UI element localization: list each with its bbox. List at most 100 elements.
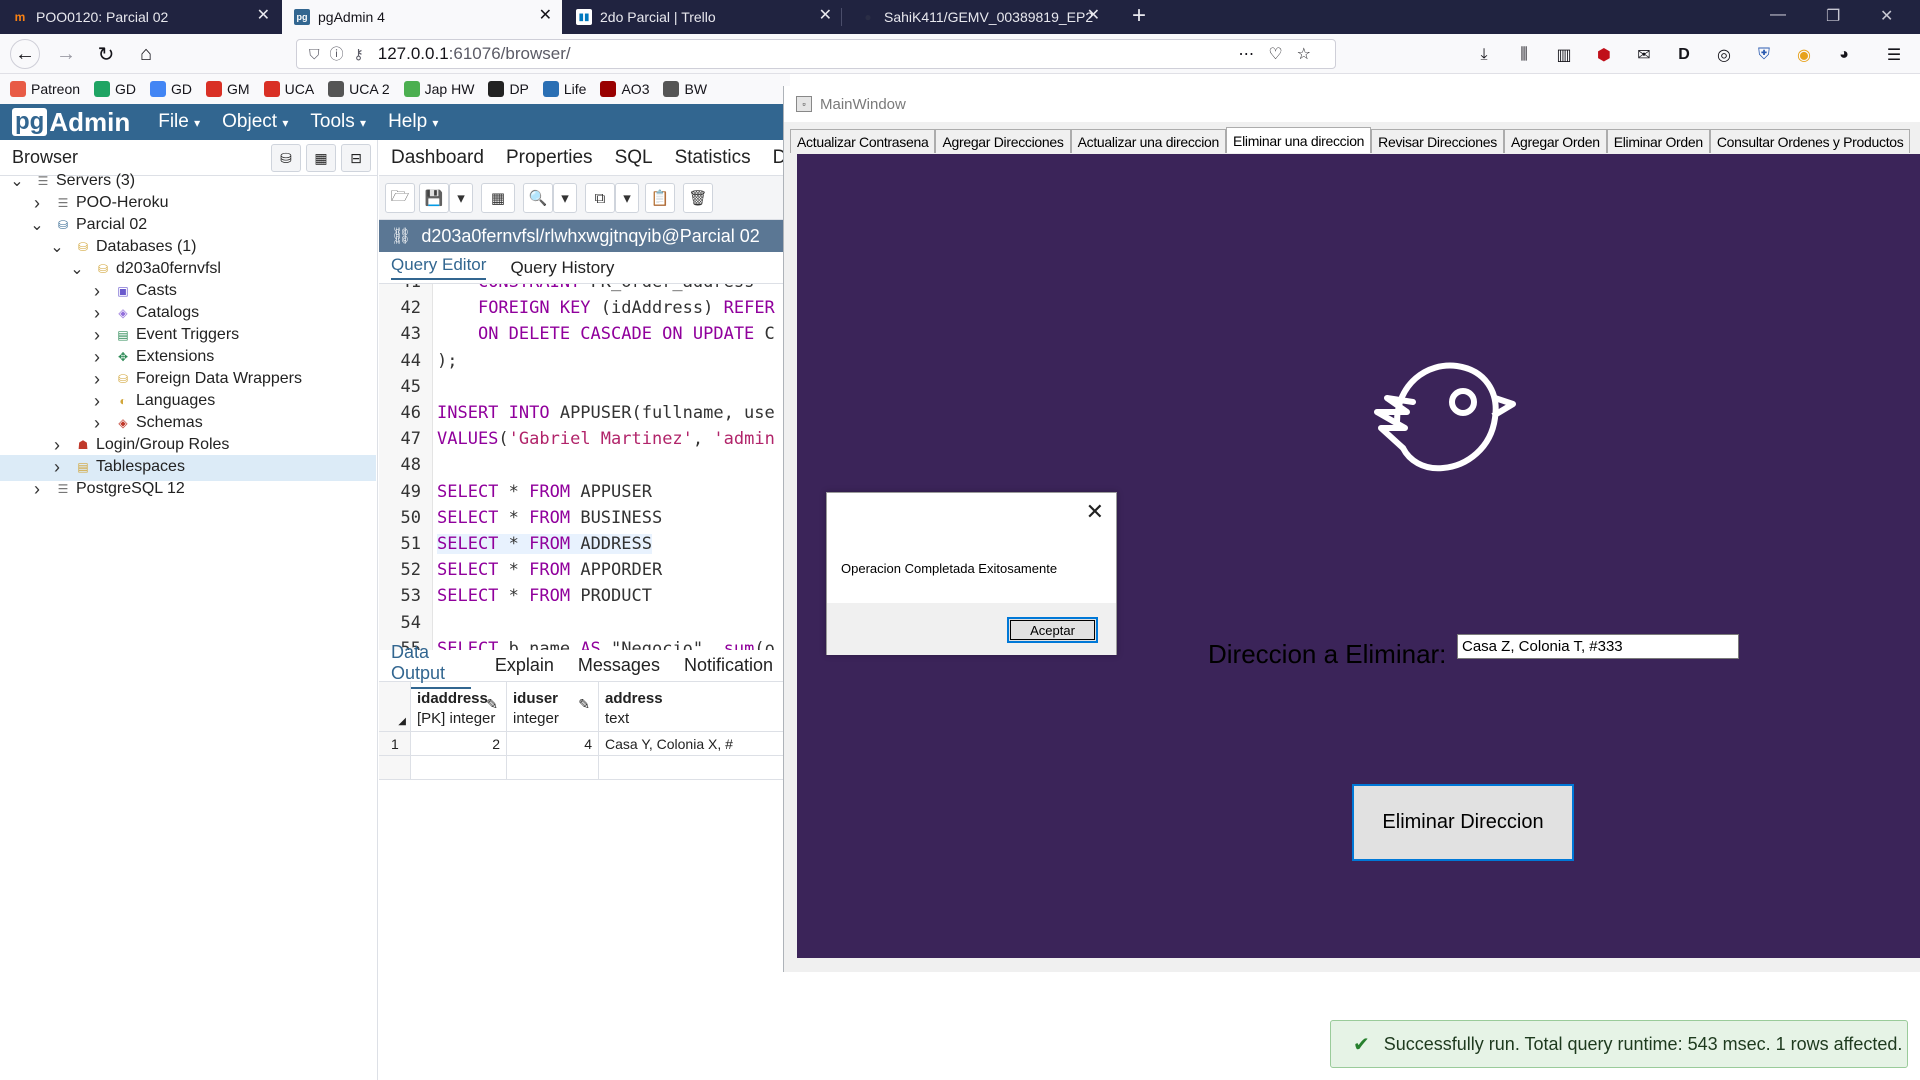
window-tab[interactable]: Agregar Orden xyxy=(1503,129,1607,153)
row-number[interactable]: 1 xyxy=(379,732,411,756)
grid-corner[interactable]: ◢ xyxy=(379,682,411,732)
chevron-right-icon[interactable]: › xyxy=(90,413,104,434)
back-button[interactable]: ← xyxy=(10,39,40,69)
window-tab[interactable]: Agregar Direcciones xyxy=(935,129,1071,153)
open-file-icon[interactable]: 🗁 xyxy=(385,183,415,213)
sidebar-icon[interactable]: ▥ xyxy=(1554,46,1574,64)
close-icon[interactable]: ✕ xyxy=(1086,499,1104,525)
bookmark-item[interactable]: GD xyxy=(94,81,136,97)
extension-color-icon[interactable]: ◉ xyxy=(1794,46,1814,64)
window-tab[interactable]: Actualizar una direccion xyxy=(1070,129,1227,153)
tab-moodle[interactable]: m POO0120: Parcial 02 ✕ xyxy=(0,0,280,34)
chevron-right-icon[interactable]: › xyxy=(30,479,44,500)
tab-notifications[interactable]: Notification xyxy=(684,655,773,676)
window-title-bar[interactable]: ▫ MainWindow xyxy=(784,86,1920,122)
info-icon[interactable]: ⓘ xyxy=(330,44,344,64)
bookmark-item[interactable]: Life xyxy=(542,81,586,97)
new-tab-button[interactable]: + xyxy=(1132,4,1146,28)
grid-icon[interactable]: ▦ xyxy=(481,183,515,213)
close-window-button[interactable]: ✕ xyxy=(1880,6,1893,26)
bookmark-item[interactable]: AO3 xyxy=(600,81,649,97)
download-icon[interactable]: ⤓ xyxy=(1474,46,1494,64)
shield-icon[interactable]: ⛉ xyxy=(309,46,320,63)
close-icon[interactable]: ✕ xyxy=(819,8,832,24)
menu-object[interactable]: Object ▾ xyxy=(222,111,288,133)
pocket-icon[interactable]: ♡ xyxy=(1268,46,1296,63)
tab-query-editor[interactable]: Query Editor xyxy=(391,255,487,280)
chevron-right-icon[interactable]: › xyxy=(50,435,64,456)
window-tab[interactable]: Consultar Ordenes y Productos xyxy=(1709,129,1911,153)
window-tab[interactable]: Revisar Direcciones xyxy=(1371,129,1504,153)
minimize-button[interactable]: — xyxy=(1770,6,1786,24)
close-icon[interactable]: ✕ xyxy=(257,8,270,24)
bookmark-item[interactable]: DP xyxy=(488,81,529,97)
delete-address-button[interactable]: Eliminar Direccion xyxy=(1352,784,1574,861)
reload-button[interactable]: ↻ xyxy=(92,40,120,68)
bookmark-item[interactable]: UCA 2 xyxy=(328,81,390,97)
chevron-right-icon[interactable]: › xyxy=(90,303,104,324)
restore-button[interactable]: ❐ xyxy=(1826,6,1840,26)
chevron-down-icon[interactable]: ▾ xyxy=(615,183,639,213)
extension-circle-icon[interactable]: ◎ xyxy=(1714,46,1734,64)
chevron-down-icon[interactable]: ⌄ xyxy=(70,259,84,279)
tab-pgadmin[interactable]: pg pgAdmin 4 ✕ xyxy=(282,0,562,34)
cell-iduser[interactable]: 4 xyxy=(507,732,599,756)
view-data-icon[interactable]: ▦ xyxy=(306,144,336,172)
tab-statistics[interactable]: Statistics xyxy=(675,147,751,169)
column-header-iduser[interactable]: iduser integer ✎ xyxy=(507,682,599,732)
window-tab[interactable]: Actualizar Contrasena xyxy=(790,129,936,153)
account-icon[interactable]: ◕ xyxy=(1834,46,1854,64)
chevron-right-icon[interactable]: › xyxy=(50,457,64,478)
success-toast[interactable]: ✔ Successfully run. Total query runtime:… xyxy=(1330,1020,1908,1068)
tab-trello[interactable]: ▮▮ 2do Parcial | Trello ✕ xyxy=(564,0,842,34)
extension-shield-icon[interactable]: ⛨ xyxy=(1754,46,1774,64)
chevron-right-icon[interactable]: › xyxy=(90,391,104,412)
chevron-down-icon[interactable]: ▾ xyxy=(553,183,577,213)
tab-properties[interactable]: Properties xyxy=(506,147,593,169)
chevron-down-icon[interactable]: ⌄ xyxy=(10,171,24,191)
address-input[interactable]: Casa Z, Colonia T, #333 xyxy=(1457,634,1739,659)
tab-query-history[interactable]: Query History xyxy=(510,258,614,278)
bookmark-item[interactable]: GD xyxy=(150,81,192,97)
filter-rows-icon[interactable]: ⊟ xyxy=(341,144,371,172)
chevron-down-icon[interactable]: ⌄ xyxy=(50,237,64,257)
chevron-right-icon[interactable]: › xyxy=(90,325,104,346)
chevron-right-icon[interactable]: › xyxy=(90,369,104,390)
tab-dashboard[interactable]: Dashboard xyxy=(391,147,484,169)
chevron-down-icon[interactable]: ⌄ xyxy=(30,215,44,235)
bookmark-item[interactable]: BW xyxy=(663,81,707,97)
home-button[interactable]: ⌂ xyxy=(132,40,160,68)
tab-explain[interactable]: Explain xyxy=(495,655,554,676)
tree-item[interactable]: › ☰ PostgreSQL 12 xyxy=(30,476,185,502)
delete-icon[interactable]: 🗑 xyxy=(683,183,713,213)
menu-tools[interactable]: Tools ▾ xyxy=(310,111,366,133)
accept-button[interactable]: Aceptar xyxy=(1007,617,1098,643)
extension-d-icon[interactable]: D xyxy=(1674,46,1694,64)
close-icon[interactable]: ✕ xyxy=(1087,8,1100,24)
connection-bar[interactable]: ⛓ d203a0fernvfsl/rlwhxwgjtnqyib@Parcial … xyxy=(379,220,785,252)
url-text[interactable]: 127.0.0.1:61076/browser/ xyxy=(378,44,571,64)
forward-button[interactable]: → xyxy=(52,40,80,68)
sql-editor[interactable]: 41 CONSTRAINT FK_order_address42 FOREIGN… xyxy=(379,284,785,650)
chevron-right-icon[interactable]: › xyxy=(90,347,104,368)
bookmark-item[interactable]: Patreon xyxy=(10,81,80,97)
bookmark-item[interactable]: UCA xyxy=(263,81,314,97)
chevron-right-icon[interactable]: › xyxy=(90,281,104,302)
ublock-icon[interactable]: ⬢ xyxy=(1594,46,1614,64)
menu-help[interactable]: Help ▾ xyxy=(388,111,438,133)
menu-file[interactable]: File ▾ xyxy=(158,111,200,133)
save-icon[interactable]: 💾 xyxy=(419,183,449,213)
cell-idaddress[interactable]: 2 xyxy=(411,732,507,756)
window-tab[interactable]: Eliminar una direccion xyxy=(1226,127,1372,153)
tab-github[interactable]: ● SahiK411/GEMV_00389819_EP2 ✕ xyxy=(848,0,1110,34)
tab-messages[interactable]: Messages xyxy=(578,655,660,676)
query-tool-icon[interactable]: ⛁ xyxy=(271,144,301,172)
menu-icon[interactable]: ☰ xyxy=(1884,46,1904,64)
bookmark-item[interactable]: GM xyxy=(206,81,250,97)
chevron-right-icon[interactable]: › xyxy=(30,193,44,214)
url-bar[interactable]: ⛉ ⓘ ⚷ 127.0.0.1:61076/browser/ ⋯♡☆ xyxy=(296,39,1336,69)
cell-address[interactable]: Casa Y, Colonia X, # xyxy=(599,732,785,756)
library-icon[interactable]: ⫼ xyxy=(1514,46,1534,64)
bookmark-item[interactable]: Jap HW xyxy=(403,81,474,97)
chevron-down-icon[interactable]: ▾ xyxy=(449,183,473,213)
